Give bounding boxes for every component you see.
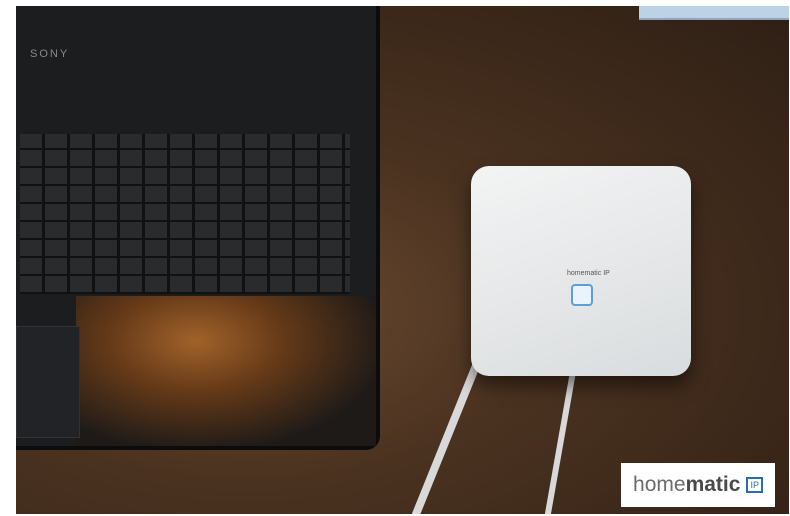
laptop-palmrest (76, 296, 376, 446)
laptop-keyboard (20, 134, 350, 294)
power-cable (541, 365, 577, 514)
logo-ip-mark: IP (746, 477, 763, 493)
laptop: SONY (16, 6, 380, 450)
laptop-touchpad (16, 326, 80, 438)
paper-corner (639, 6, 789, 20)
logo-text: homematic (633, 473, 741, 496)
laptop-brand: SONY (30, 48, 70, 60)
product-photo: SONY homematic IP (16, 6, 789, 514)
homematic-logo: homematic IP (621, 463, 775, 507)
device-button-icon (571, 284, 593, 306)
device-label: homematic IP (567, 270, 610, 277)
homematic-access-point: homematic IP (471, 166, 691, 376)
